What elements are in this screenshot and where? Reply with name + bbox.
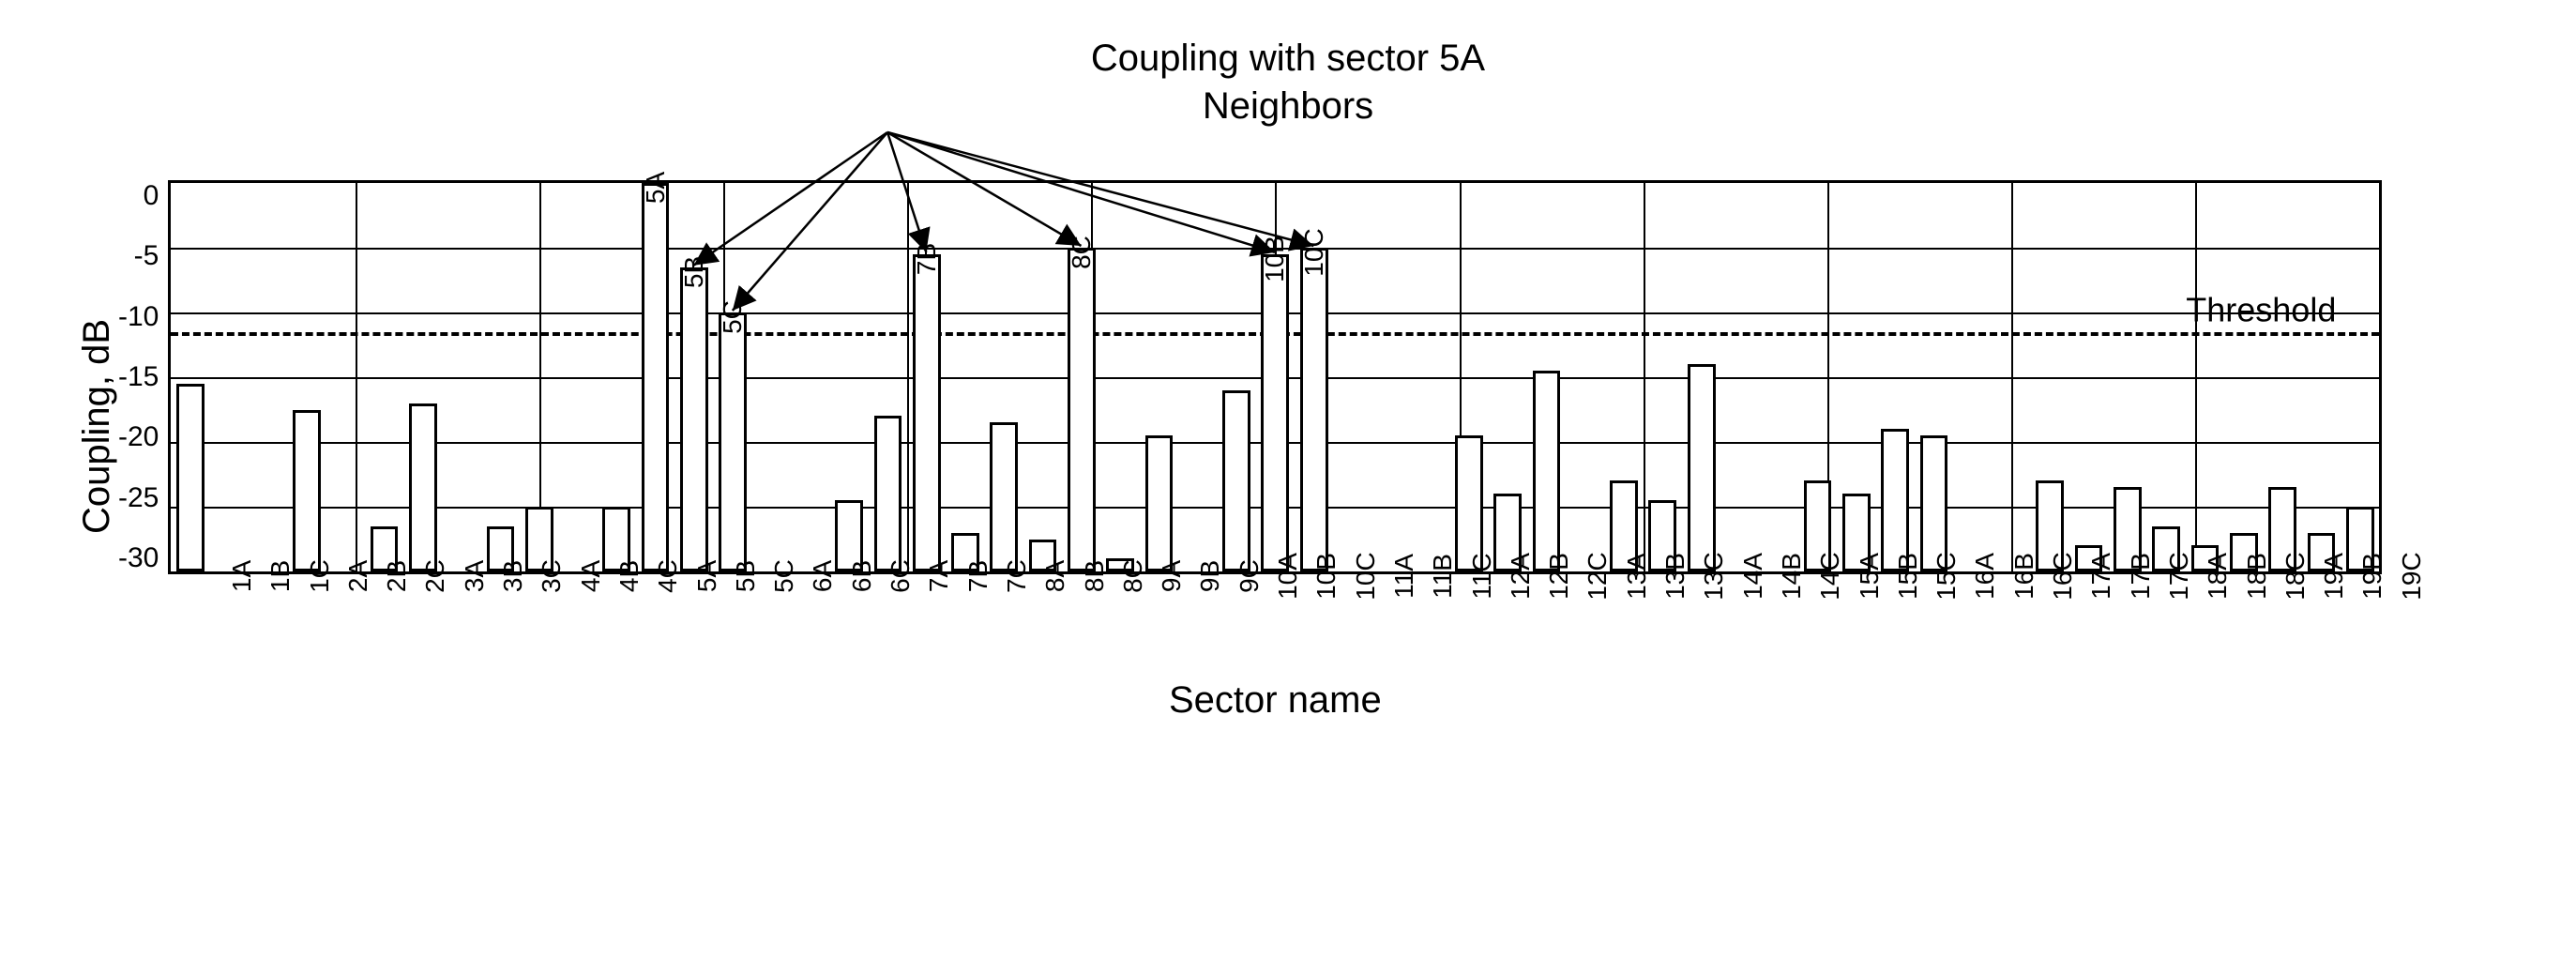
bar-5A: 5A bbox=[642, 183, 670, 571]
bar-5C: 5C bbox=[719, 312, 747, 571]
x-axis-label: Sector name bbox=[168, 679, 2382, 722]
bar-5B: 5B bbox=[680, 267, 708, 571]
bar-7A bbox=[874, 416, 902, 571]
bar-10B: 10B bbox=[1261, 254, 1289, 571]
bar-top-label: 10B bbox=[1260, 236, 1290, 282]
bar-10A bbox=[1222, 390, 1250, 571]
bars-layer: 5A5B5C7B8C10B10C bbox=[171, 183, 2379, 571]
bar-9B bbox=[1145, 435, 1174, 571]
bar-1A bbox=[176, 384, 205, 571]
chart-title: Coupling with sector 5A bbox=[68, 38, 2508, 80]
bar-top-label: 5C bbox=[718, 300, 748, 334]
neighbors-label: Neighbors bbox=[68, 85, 2508, 128]
bar-top-label: 7B bbox=[912, 243, 942, 275]
y-tick: -30 bbox=[118, 542, 159, 574]
y-tick: -10 bbox=[118, 301, 159, 333]
y-tick: -25 bbox=[118, 482, 159, 514]
bar-8C: 8C bbox=[1068, 248, 1096, 571]
bar-10C: 10C bbox=[1300, 248, 1328, 571]
x-axis-ticks: 1A1B1C2A2B2C3A3B3C4A4B4C5A5B5C6A6B6C7A7B… bbox=[168, 576, 2382, 670]
bar-3A bbox=[409, 403, 437, 571]
bar-14A bbox=[1688, 364, 1716, 571]
bar-12A bbox=[1455, 435, 1483, 571]
bar-2A bbox=[293, 410, 321, 572]
bar-15C bbox=[1881, 429, 1909, 571]
bar-12C bbox=[1533, 371, 1561, 571]
y-tick: 0 bbox=[144, 180, 159, 212]
bar-16A bbox=[1920, 435, 1948, 571]
y-axis-label: Coupling, dB bbox=[68, 319, 118, 534]
y-tick: -20 bbox=[118, 421, 159, 453]
plot-area: Threshold 5A5B5C7B8C10B10C bbox=[168, 180, 2382, 574]
bar-top-label: 5B bbox=[679, 256, 709, 288]
bar-7B: 7B bbox=[913, 254, 941, 571]
bar-8A bbox=[990, 422, 1018, 571]
x-tick: 19C bbox=[2357, 552, 2427, 600]
y-axis-ticks: 0 -5 -10 -15 -20 -25 -30 bbox=[118, 131, 168, 574]
bar-top-label: 8C bbox=[1067, 236, 1097, 269]
neighbor-arrows bbox=[171, 134, 2379, 183]
y-tick: -5 bbox=[134, 240, 159, 272]
bar-top-label: 10C bbox=[1299, 228, 1329, 276]
y-tick: -15 bbox=[118, 361, 159, 393]
bar-top-label: 5A bbox=[641, 172, 671, 204]
